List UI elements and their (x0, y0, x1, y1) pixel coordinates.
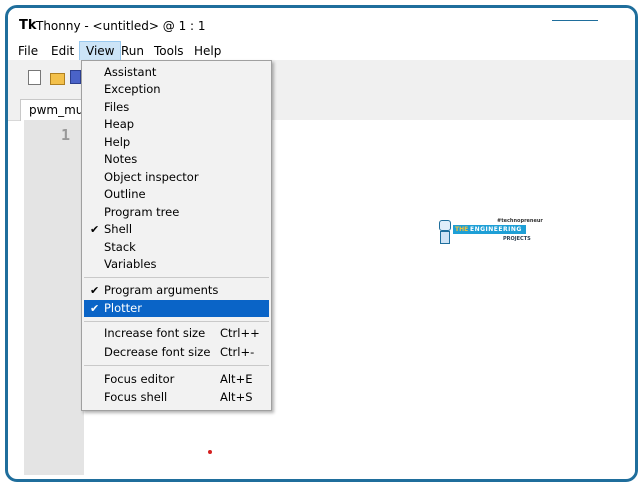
view-menu-item-files[interactable]: Files (84, 99, 269, 116)
logo-projects: PROJECTS (503, 236, 531, 242)
view-menu-item-decrease-font[interactable]: Decrease font size Ctrl+- (84, 344, 269, 361)
open-folder-icon[interactable] (50, 73, 65, 85)
view-menu-item-plotter[interactable]: ✔ Plotter (84, 300, 269, 317)
view-menu-item-notes[interactable]: Notes (84, 151, 269, 168)
view-menu-item-focus-shell[interactable]: Focus shell Alt+S (84, 389, 269, 406)
shortcut-label: Ctrl++ (220, 326, 260, 340)
shortcut-label: Alt+E (220, 372, 253, 386)
screenshot-frame: Tk Thonny - <untitled> @ 1 : 1 File Edit… (5, 5, 638, 482)
view-menu-dropdown: Assistant Exception Files Heap Help Note… (81, 60, 272, 411)
engineering-projects-logo: #technopreneur THE ENGINEERING PROJECTS (437, 218, 543, 248)
menu-file[interactable]: File (12, 42, 44, 60)
menu-run[interactable]: Run (115, 42, 150, 60)
checkmark-icon: ✔ (90, 223, 100, 236)
title-bar: Tk Thonny - <untitled> @ 1 : 1 (8, 8, 635, 40)
title-accent-line (552, 20, 598, 21)
view-menu-item-help[interactable]: Help (84, 134, 269, 151)
line-number: 1 (60, 126, 70, 144)
view-menu-item-program-tree[interactable]: Program tree (84, 204, 269, 221)
view-menu-item-shell[interactable]: ✔ Shell (84, 221, 269, 238)
logo-tagline: #technopreneur (497, 218, 543, 224)
checkmark-icon: ✔ (90, 284, 100, 297)
logo-the: THE (455, 226, 469, 233)
view-menu-item-stack[interactable]: Stack (84, 239, 269, 256)
checkmark-icon: ✔ (90, 302, 100, 315)
view-menu-item-variables[interactable]: Variables (84, 256, 269, 273)
view-menu-item-increase-font[interactable]: Increase font size Ctrl++ (84, 325, 269, 342)
view-menu-item-program-arguments[interactable]: ✔ Program arguments (84, 282, 269, 299)
line-number-gutter: 1 (24, 120, 84, 475)
menu-help[interactable]: Help (188, 42, 227, 60)
menu-separator (84, 321, 269, 322)
shortcut-label: Alt+S (220, 390, 253, 404)
shortcut-label: Ctrl+- (220, 345, 255, 359)
menu-separator (84, 277, 269, 278)
window-title: Thonny - <untitled> @ 1 : 1 (36, 19, 206, 33)
robot-icon (437, 220, 451, 244)
menu-separator (84, 365, 269, 366)
view-menu-item-outline[interactable]: Outline (84, 186, 269, 203)
menu-tools[interactable]: Tools (148, 42, 190, 60)
save-icon[interactable] (70, 70, 81, 84)
view-menu-item-object-inspector[interactable]: Object inspector (84, 169, 269, 186)
new-file-icon[interactable] (28, 70, 41, 85)
view-menu-item-focus-editor[interactable]: Focus editor Alt+E (84, 371, 269, 388)
view-menu-item-heap[interactable]: Heap (84, 116, 269, 133)
red-dot-marker (208, 450, 212, 454)
logo-engineering: ENGINEERING (470, 226, 522, 233)
view-menu-item-exception[interactable]: Exception (84, 81, 269, 98)
menu-bar: File Edit View Run Tools Help (8, 40, 635, 61)
thonny-app-icon: Tk (19, 18, 37, 33)
view-menu-item-assistant[interactable]: Assistant (84, 64, 269, 81)
menu-edit[interactable]: Edit (45, 42, 80, 60)
